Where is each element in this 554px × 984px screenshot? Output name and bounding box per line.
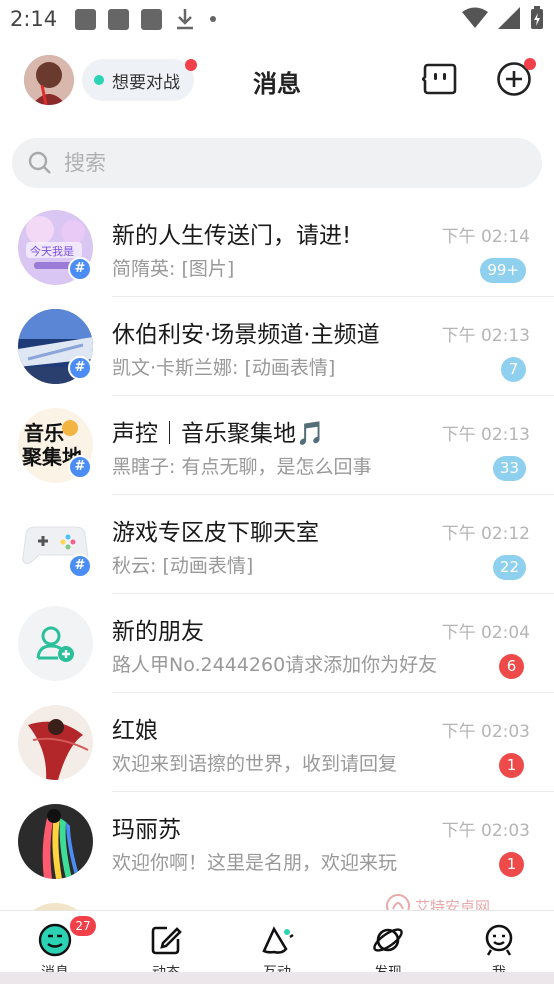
search-input[interactable] — [64, 151, 484, 175]
edit-icon — [151, 926, 182, 955]
signal-icon — [498, 7, 520, 29]
unread-badge: 22 — [492, 555, 526, 580]
channel-tag-icon: # — [68, 257, 92, 281]
conversation-title: 新的人生传送门，请进! — [112, 223, 352, 249]
wifi-icon — [462, 7, 488, 28]
unread-badge: 1 — [499, 753, 524, 778]
conversation-title: 新的朋友 — [112, 619, 204, 645]
battery-icon — [531, 6, 543, 29]
channel-tag-icon: # — [68, 554, 92, 578]
conversation-time: 下午 02:03 — [441, 722, 530, 742]
contact-avatar — [18, 705, 93, 780]
svg-text:今天我是: 今天我是 — [30, 244, 74, 258]
profile-icon — [485, 924, 513, 956]
more-notifications-icon — [210, 16, 217, 22]
new-friend-avatar — [18, 606, 93, 681]
conversation-row[interactable]: 红娘 欢迎来到语擦的世界，收到请回复 下午 02:03 1 — [0, 693, 554, 792]
unread-badge: 7 — [501, 357, 526, 382]
unread-badge: 33 — [492, 456, 526, 481]
notification-icon — [141, 8, 163, 30]
notification-icon — [75, 8, 97, 30]
contact-avatar — [18, 804, 93, 879]
download-icon — [177, 9, 194, 30]
conversation-time: 下午 02:13 — [441, 326, 530, 346]
conversation-preview: 简隋英: [图片] — [112, 258, 235, 280]
conversation-title: 玛丽苏 — [112, 817, 181, 843]
search-bar[interactable] — [12, 138, 542, 188]
status-time: 2:14 — [10, 7, 58, 31]
add-friend-icon — [36, 626, 74, 662]
interact-icon — [262, 926, 294, 954]
add-notification-dot — [524, 58, 536, 70]
conversation-title: 休伯利安·场景频道·主频道 — [112, 322, 380, 348]
conversation-preview: 欢迎来到语擦的世界，收到请回复 — [112, 753, 398, 775]
conversation-time: 下午 02:04 — [441, 623, 530, 643]
svg-text:音乐: 音乐 — [24, 421, 64, 445]
channel-tag-icon: # — [68, 356, 92, 380]
conversation-preview: 路人甲No.2444260请求添加你为好友 — [112, 654, 438, 676]
conversation-preview: 黑瞎子: 有点无聊，是怎么回事 — [112, 456, 372, 478]
channel-tag-icon: # — [68, 455, 92, 479]
conversation-list: 今天我是 # 新的人生传送门，请进! 简隋英: [图片] 下午 02:14 99… — [0, 198, 554, 978]
conversation-row[interactable]: 今天我是 # 新的人生传送门，请进! 简隋英: [图片] 下午 02:14 99… — [0, 198, 554, 297]
header: 想要对战 消息 — [0, 48, 554, 112]
conversation-time: 下午 02:14 — [441, 227, 530, 247]
status-bar: 2:14 — [0, 0, 554, 38]
conversation-title: 红娘 — [112, 718, 158, 744]
conversation-preview: 秋云: [动画表情] — [112, 555, 254, 577]
conversation-row[interactable]: 音乐 聚集地 # 声控｜音乐聚集地🎵 黑瞎子: 有点无聊，是怎么回事 下午 02… — [0, 396, 554, 495]
conversation-time: 下午 02:03 — [441, 821, 530, 841]
conversation-row[interactable]: # 游戏专区皮下聊天室 秋云: [动画表情] 下午 02:12 22 — [0, 495, 554, 594]
search-icon — [28, 151, 51, 174]
conversation-time: 下午 02:13 — [441, 425, 530, 445]
conversation-time: 下午 02:12 — [441, 524, 530, 544]
unread-badge: 99+ — [480, 258, 526, 283]
unread-badge: 6 — [499, 654, 524, 679]
conversation-title: 游戏专区皮下聊天室 — [112, 520, 319, 546]
unread-badge: 1 — [499, 852, 524, 877]
notification-icon — [108, 8, 130, 30]
conversation-row[interactable]: 玛丽苏 欢迎你啊！这里是名朋，欢迎来玩 下午 02:03 1 — [0, 792, 554, 891]
conversation-preview: 欢迎你啊！这里是名朋，欢迎来玩 — [112, 852, 398, 874]
system-nav-strip — [0, 972, 554, 984]
messages-badge: 27 — [70, 916, 96, 936]
conversation-row[interactable]: # 休伯利安·场景频道·主频道 凯文·卡斯兰娜: [动画表情] 下午 02:13… — [0, 297, 554, 396]
chat-bubble-icon — [38, 923, 72, 957]
planet-icon — [373, 928, 403, 952]
conversation-preview: 凯文·卡斯兰娜: [动画表情] — [112, 357, 336, 379]
page-title: 消息 — [253, 70, 301, 98]
conversation-title: 声控｜音乐聚集地🎵 — [112, 421, 325, 447]
conversation-row[interactable]: 新的朋友 路人甲No.2444260请求添加你为好友 下午 02:04 6 — [0, 594, 554, 693]
robot-face-icon[interactable] — [422, 61, 458, 97]
